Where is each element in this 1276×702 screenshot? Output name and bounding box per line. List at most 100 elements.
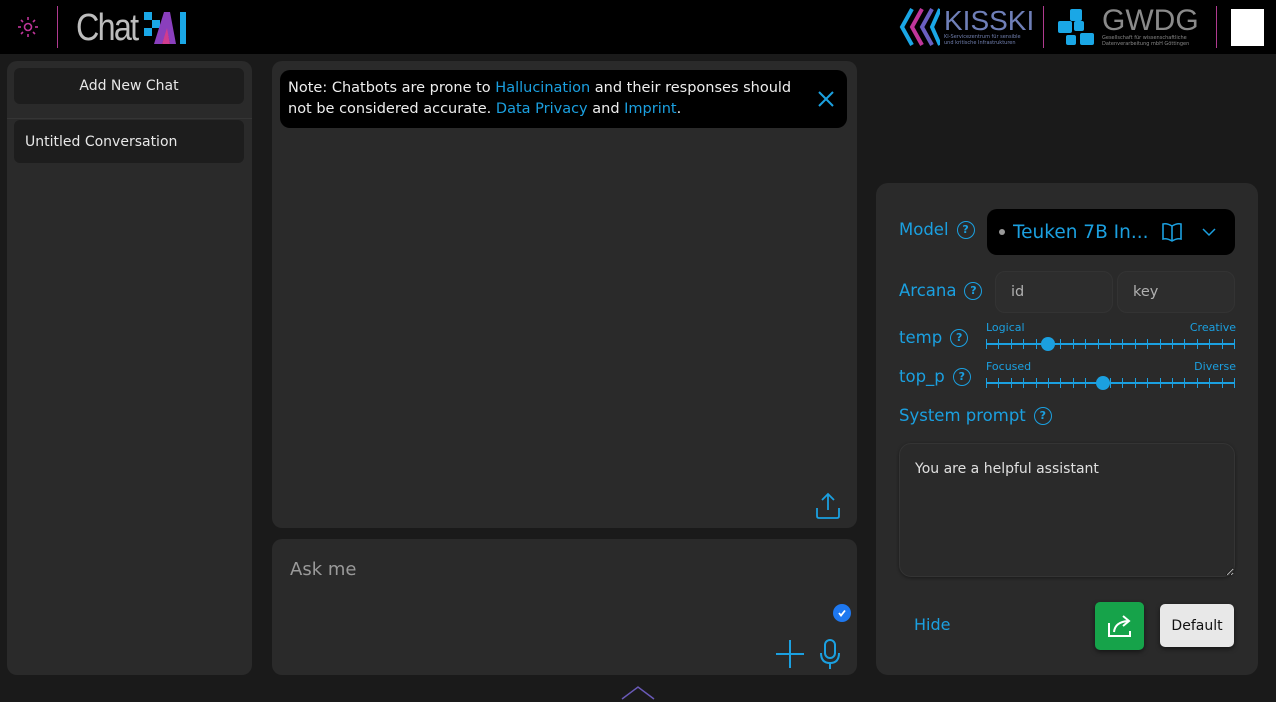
- slider-tick: [986, 339, 987, 349]
- share-settings-button[interactable]: [1095, 602, 1144, 650]
- slider-tick: [1085, 378, 1087, 388]
- model-name: Teuken 7B In...: [1013, 221, 1149, 243]
- slider-tick: [1023, 339, 1025, 349]
- slider-tick: [1122, 339, 1124, 349]
- book-icon[interactable]: [1161, 222, 1183, 242]
- temp-label: temp ?: [899, 328, 969, 347]
- slider-thumb[interactable]: [1041, 337, 1056, 351]
- share-icon: [1107, 615, 1131, 637]
- slider-tick: [1134, 378, 1136, 388]
- model-select[interactable]: Teuken 7B In...: [987, 209, 1235, 255]
- slider-tick: [1221, 378, 1223, 388]
- system-prompt-input[interactable]: [899, 443, 1235, 577]
- temp-help-icon[interactable]: ?: [950, 328, 969, 347]
- theme-toggle-button[interactable]: [16, 15, 40, 39]
- sidebar-divider: [7, 118, 252, 119]
- slider-tick: [1060, 339, 1062, 349]
- kisski-logo[interactable]: KISSKI KI-Servicezentrum für sensible un…: [898, 6, 1034, 48]
- chat-ai-logo[interactable]: Chat: [76, 6, 192, 49]
- arcana-key-input[interactable]: [1117, 271, 1235, 313]
- header-divider: [1216, 6, 1217, 48]
- slider-tick: [1184, 378, 1186, 388]
- header-divider: [57, 6, 58, 48]
- voice-input-button[interactable]: [818, 638, 842, 670]
- slider-tick: [1010, 378, 1012, 388]
- slider-tick: [1035, 378, 1037, 388]
- close-notice-button[interactable]: [817, 90, 835, 108]
- upload-icon: [816, 492, 840, 519]
- reset-default-button[interactable]: Default: [1160, 604, 1234, 647]
- top-p-label-text: top_p: [899, 367, 945, 386]
- arcana-label-text: Arcana: [899, 281, 957, 300]
- top-p-slider[interactable]: Focused Diverse: [985, 360, 1236, 390]
- slider-tick: [1110, 339, 1111, 349]
- slider-tick: [1147, 339, 1149, 349]
- kisski-chevrons-icon: [899, 8, 940, 46]
- arcana-id-input[interactable]: [995, 271, 1113, 313]
- disclaimer-notice: Note: Chatbots are prone to Hallucinatio…: [280, 70, 847, 128]
- check-icon: [838, 609, 846, 617]
- chevron-down-icon: [1202, 228, 1216, 237]
- settings-panel: Model ? Teuken 7B In... Arcana ? temp ? …: [876, 183, 1258, 675]
- slider-thumb[interactable]: [1096, 376, 1111, 390]
- slider-tick: [1097, 339, 1099, 349]
- hallucination-link[interactable]: Hallucination: [495, 80, 590, 96]
- sun-icon: [18, 17, 38, 37]
- logo-ai-mark: [144, 12, 187, 44]
- hide-settings-button[interactable]: Hide: [914, 615, 950, 634]
- export-chat-button[interactable]: [815, 492, 841, 520]
- gwdg-title: GWDG: [1102, 4, 1199, 37]
- slider-tick: [1209, 378, 1211, 388]
- slider-tick: [1196, 378, 1198, 388]
- notice-prefix: Note: Chatbots are prone to: [288, 80, 496, 96]
- temp-label-text: temp: [899, 328, 943, 347]
- header-divider: [1043, 6, 1044, 48]
- conversation-item[interactable]: Untitled Conversation: [14, 120, 244, 163]
- gwdg-subtitle-2: Datenverarbeitung mbH Göttingen: [1102, 41, 1190, 47]
- top-p-label: top_p ?: [899, 367, 971, 386]
- gwdg-logo[interactable]: GWDG Gesellschaft für wissenschaftliche …: [1058, 6, 1199, 48]
- slider-tick: [1209, 339, 1211, 349]
- temperature-slider[interactable]: Logical Creative: [985, 321, 1236, 351]
- temp-high-label: Creative: [1189, 321, 1236, 334]
- logo-text: Chat: [76, 6, 139, 49]
- slider-tick: [1159, 339, 1161, 349]
- model-help-icon[interactable]: ?: [956, 220, 975, 239]
- slider-tick: [1159, 378, 1161, 388]
- slider-tick: [986, 378, 987, 388]
- system-prompt-label: System prompt ?: [899, 406, 1052, 425]
- top-bar: Chat KISSKI KI-Servicezentrum für sensib…: [0, 0, 1276, 54]
- attach-file-button[interactable]: [775, 639, 805, 669]
- slider-tick: [1035, 339, 1037, 349]
- slider-tick: [1234, 378, 1235, 388]
- chat-input[interactable]: [272, 539, 857, 627]
- chat-input-panel: [272, 539, 857, 675]
- slider-tick: [1110, 378, 1111, 388]
- slider-tick: [1010, 339, 1012, 349]
- grammar-check-badge[interactable]: [833, 604, 851, 622]
- user-menu-button[interactable]: [1231, 9, 1264, 46]
- slider-tick: [998, 339, 1000, 349]
- slider-tick: [1072, 339, 1074, 349]
- model-label-text: Model: [899, 220, 949, 239]
- expand-toggle-button[interactable]: [620, 684, 656, 700]
- model-status-dot: [999, 229, 1005, 235]
- system-prompt-help-icon[interactable]: ?: [1033, 406, 1052, 425]
- arcana-help-icon[interactable]: ?: [964, 281, 983, 300]
- system-prompt-label-text: System prompt: [899, 406, 1026, 425]
- notice-and: and: [587, 101, 625, 117]
- slider-tick: [1122, 378, 1124, 388]
- add-new-chat-button[interactable]: Add New Chat: [14, 68, 244, 104]
- top-p-help-icon[interactable]: ?: [952, 367, 971, 386]
- data-privacy-link[interactable]: Data Privacy: [496, 101, 588, 117]
- top-p-high-label: Diverse: [1194, 360, 1236, 373]
- model-label: Model ?: [899, 220, 975, 239]
- imprint-link[interactable]: Imprint: [624, 101, 676, 117]
- slider-tick: [998, 378, 1000, 388]
- slider-tick: [1234, 339, 1235, 349]
- chat-messages-panel: Note: Chatbots are prone to Hallucinatio…: [272, 61, 857, 528]
- slider-tick: [1048, 378, 1049, 388]
- sidebar: Add New Chat Untitled Conversation: [7, 61, 252, 675]
- notice-suffix: .: [676, 101, 682, 117]
- slider-tick: [1184, 339, 1186, 349]
